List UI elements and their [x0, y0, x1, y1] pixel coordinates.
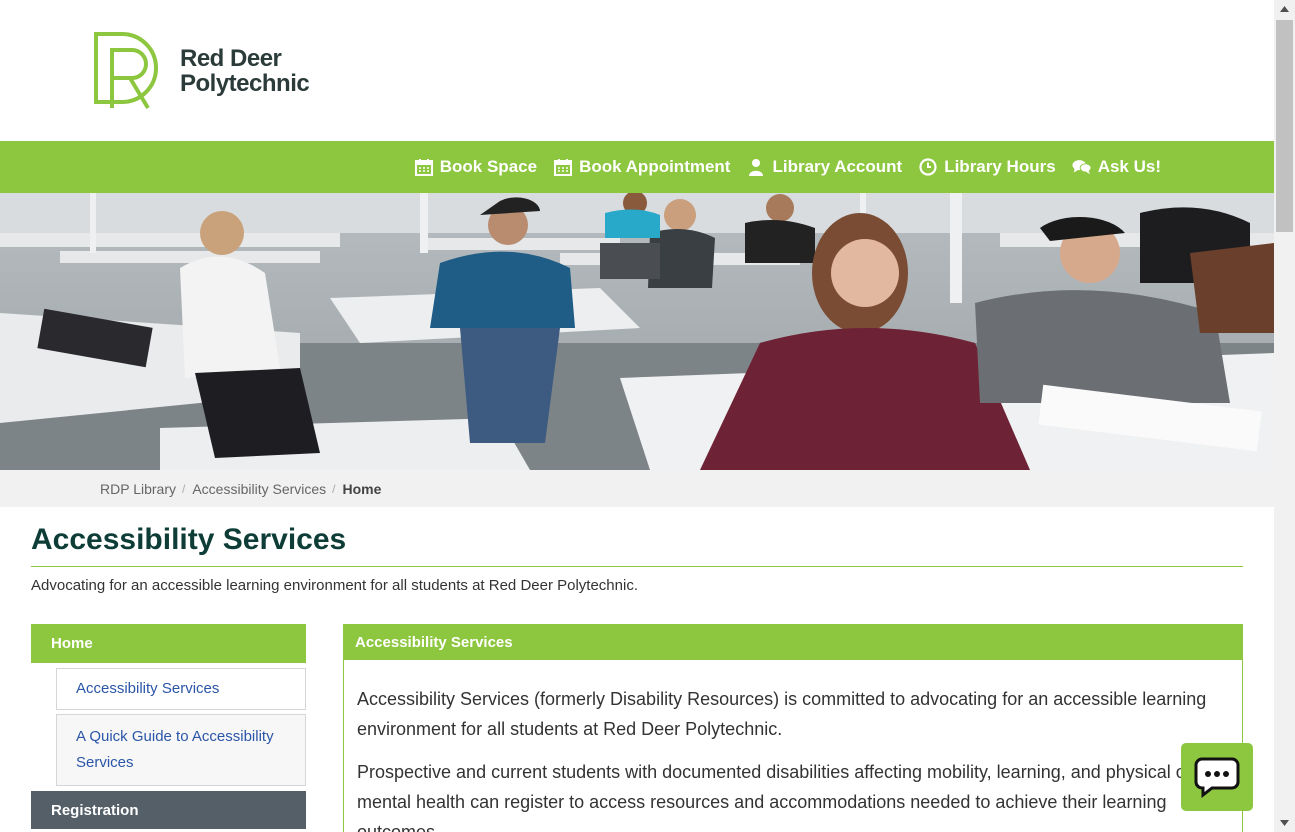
scrollbar-thumb[interactable] [1276, 20, 1293, 232]
logo-line-1: Red Deer [180, 45, 282, 72]
nav-ask-us-label: Ask Us! [1097, 157, 1161, 176]
page-scrollbar[interactable] [1274, 0, 1295, 832]
side-nav-quick-guide[interactable]: A Quick Guide to Accessibility Services [56, 714, 306, 786]
page-description: Advocating for an accessible learning en… [31, 577, 638, 594]
content-box-body: Accessibility Services (formerly Disabil… [344, 660, 1242, 832]
scroll-down-arrow-icon[interactable] [1274, 814, 1295, 832]
breadcrumb-separator: / [332, 481, 336, 496]
clock-icon [918, 157, 938, 177]
nav-book-appointment[interactable]: Book Appointment [553, 157, 730, 177]
breadcrumb-separator: / [182, 481, 186, 496]
user-icon [746, 157, 766, 177]
content-box: Accessibility Services Accessibility Ser… [343, 624, 1243, 832]
page-title: Accessibility Services [31, 523, 347, 556]
site-logo[interactable]: Red Deer Polytechnic [92, 29, 322, 113]
breadcrumb-current: Home [342, 480, 382, 497]
scroll-up-arrow-icon[interactable] [1274, 0, 1295, 18]
rdp-logo-mark-icon [94, 32, 158, 110]
chat-bubbles-icon [1072, 157, 1092, 177]
side-nav: Home Accessibility Services A Quick Guid… [31, 624, 306, 832]
calendar-icon [414, 157, 434, 177]
main-nav: Book Space Book Appointment Library Acco… [0, 141, 1274, 193]
logo-line-2: Polytechnic [180, 70, 310, 97]
side-nav-registration[interactable]: Registration [31, 791, 306, 829]
nav-book-space[interactable]: Book Space [414, 157, 537, 177]
site-header: Red Deer Polytechnic [0, 0, 1274, 141]
nav-ask-us[interactable]: Ask Us! [1072, 157, 1161, 177]
nav-library-hours-label: Library Hours [944, 157, 1056, 176]
nav-library-account[interactable]: Library Account [746, 157, 902, 177]
calendar-icon [553, 157, 573, 177]
breadcrumb-rdp-library[interactable]: RDP Library [100, 481, 176, 497]
nav-library-hours[interactable]: Library Hours [918, 157, 1056, 177]
breadcrumb-accessibility-services[interactable]: Accessibility Services [192, 481, 326, 497]
side-nav-home[interactable]: Home [31, 624, 306, 663]
side-nav-accessibility-services[interactable]: Accessibility Services [56, 668, 306, 710]
nav-book-space-label: Book Space [439, 157, 538, 176]
nav-book-appointment-label: Book Appointment [579, 157, 731, 176]
logo-wordmark: Red Deer Polytechnic [180, 45, 310, 97]
hero-image [0, 193, 1274, 470]
content-paragraph: Accessibility Services (formerly Disabil… [357, 689, 1207, 739]
title-divider [31, 566, 1243, 567]
content-paragraph: Prospective and current students with do… [357, 762, 1192, 832]
chat-icon [1194, 757, 1240, 798]
breadcrumb: RDP Library / Accessibility Services / H… [0, 470, 1274, 507]
nav-library-account-label: Library Account [772, 157, 903, 176]
content-box-heading: Accessibility Services [344, 625, 1242, 660]
chat-widget-button[interactable] [1181, 743, 1253, 811]
